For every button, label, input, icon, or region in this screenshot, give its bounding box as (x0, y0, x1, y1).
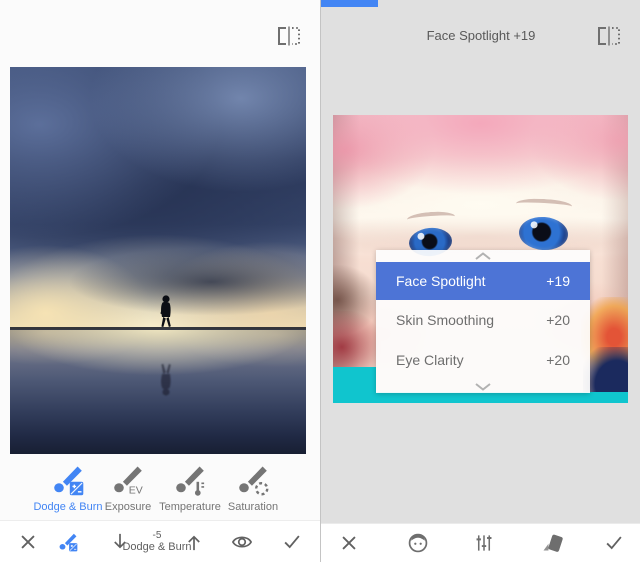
menu-scroll-up[interactable] (376, 250, 590, 262)
photo-right-eyebrow (516, 198, 573, 213)
compare-icon (596, 26, 622, 46)
brush-tools-toolbar: Dodge & Burn EV Exposure Temperature (0, 454, 320, 520)
menu-item-value: +20 (546, 352, 570, 368)
apply-button[interactable] (281, 531, 303, 553)
tool-label: Exposure (105, 501, 151, 513)
photo-right-eye (518, 215, 569, 251)
temperature-brush-icon (172, 462, 208, 498)
menu-item-value: +20 (546, 312, 570, 328)
ev-badge-text: EV (129, 485, 143, 497)
beach-silhouette-photo[interactable] (10, 67, 306, 454)
tune-adjustments-button[interactable] (473, 532, 496, 555)
chevron-up-icon (473, 251, 493, 261)
saturation-brush-icon (235, 462, 271, 498)
tool-label: Temperature (159, 501, 221, 513)
close-icon (338, 532, 360, 554)
compare-before-after-button[interactable] (596, 26, 622, 46)
preview-mask-button[interactable] (231, 530, 254, 553)
menu-item-eye-clarity[interactable]: Eye Clarity +20 (376, 340, 590, 380)
eye-icon (231, 530, 254, 553)
snapseed-comparison-screenshot: Dodge & Burn EV Exposure Temperature (0, 0, 640, 562)
menu-item-label: Eye Clarity (396, 352, 464, 368)
photo-teal-bottom-layer (333, 392, 628, 403)
increase-strength-button[interactable] (185, 530, 204, 553)
adjustment-name: Dodge & Burn (122, 541, 191, 554)
menu-item-value: +19 (546, 273, 570, 289)
photo-left-eyebrow (407, 210, 456, 225)
apply-button[interactable] (603, 532, 625, 554)
cancel-button[interactable] (338, 532, 360, 554)
adjustment-readout: -5 Dodge & Burn (122, 529, 191, 553)
menu-item-label: Face Spotlight (396, 273, 486, 289)
face-select-button[interactable] (407, 532, 430, 555)
head-pose-button[interactable] (541, 531, 565, 555)
tilted-card-icon (541, 531, 565, 555)
chevron-down-icon (473, 382, 493, 392)
tool-label: Saturation (228, 501, 278, 513)
menu-item-face-spotlight[interactable]: Face Spotlight +19 (376, 262, 590, 300)
dodge-burn-brush-icon (57, 531, 79, 553)
cancel-button[interactable] (17, 531, 39, 553)
tool-saturation[interactable]: Saturation (215, 462, 291, 513)
check-icon (603, 532, 625, 554)
right-editor-screen: Face Spotlight +19 Face Spotlight +19 (320, 0, 640, 562)
adjustment-value: -5 (122, 529, 191, 541)
compare-before-after-button[interactable] (276, 26, 302, 46)
face-icon (407, 532, 430, 555)
tune-sliders-icon (473, 532, 496, 555)
exposure-brush-icon: EV (110, 462, 146, 498)
left-editor-screen: Dodge & Burn EV Exposure Temperature (0, 0, 320, 562)
check-icon (281, 531, 303, 553)
right-bottom-action-bar (321, 523, 640, 562)
arrow-up-icon (185, 530, 204, 553)
menu-item-label: Skin Smoothing (396, 312, 494, 328)
top-progress-strip (321, 0, 378, 7)
menu-scroll-down[interactable] (376, 380, 590, 393)
person-silhouette (151, 292, 181, 428)
menu-item-skin-smoothing[interactable]: Skin Smoothing +20 (376, 300, 590, 340)
dodge-burn-brush-icon (50, 462, 86, 498)
close-icon (17, 531, 39, 553)
active-brush-button[interactable] (57, 531, 79, 553)
compare-icon (276, 26, 302, 46)
left-bottom-action-bar: -5 Dodge & Burn (0, 520, 320, 562)
photo-sky-layer (10, 67, 306, 329)
page-title: Face Spotlight +19 (321, 28, 640, 43)
adjustment-menu-overlay: Face Spotlight +19 Skin Smoothing +20 Ey… (376, 250, 590, 393)
